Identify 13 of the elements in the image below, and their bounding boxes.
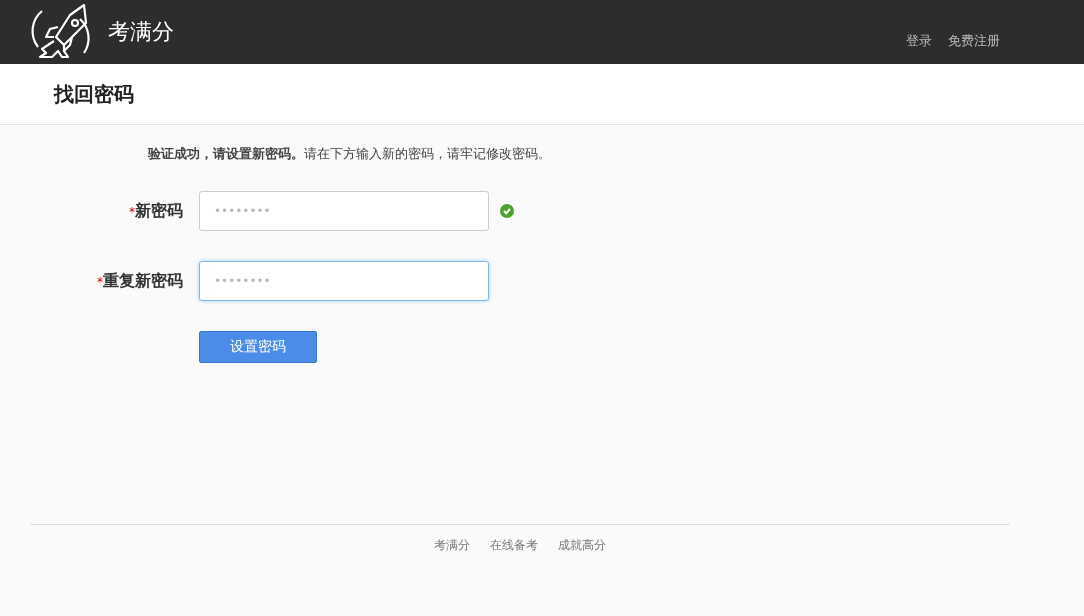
footer-link[interactable]: 考满分 [434,537,470,554]
brand-name: 考满分 [108,18,174,46]
required-mark: * [129,204,135,219]
page-title: 找回密码 [54,80,134,108]
required-mark: * [97,274,103,289]
header-link[interactable]: 免费注册 [948,32,1000,50]
field-label: 重复新密码 [103,270,183,290]
footer-link[interactable]: 成就高分 [558,537,606,554]
status-message: 验证成功，请设置新密码。请在下方输入新的密码，请牢记修改密码。 [148,145,552,163]
header-link[interactable]: 登录 [906,32,932,50]
field-label: 新密码 [135,200,183,220]
footer-link[interactable]: 在线备考 [490,537,538,554]
set-password-button[interactable]: 设置密码 [199,331,317,363]
